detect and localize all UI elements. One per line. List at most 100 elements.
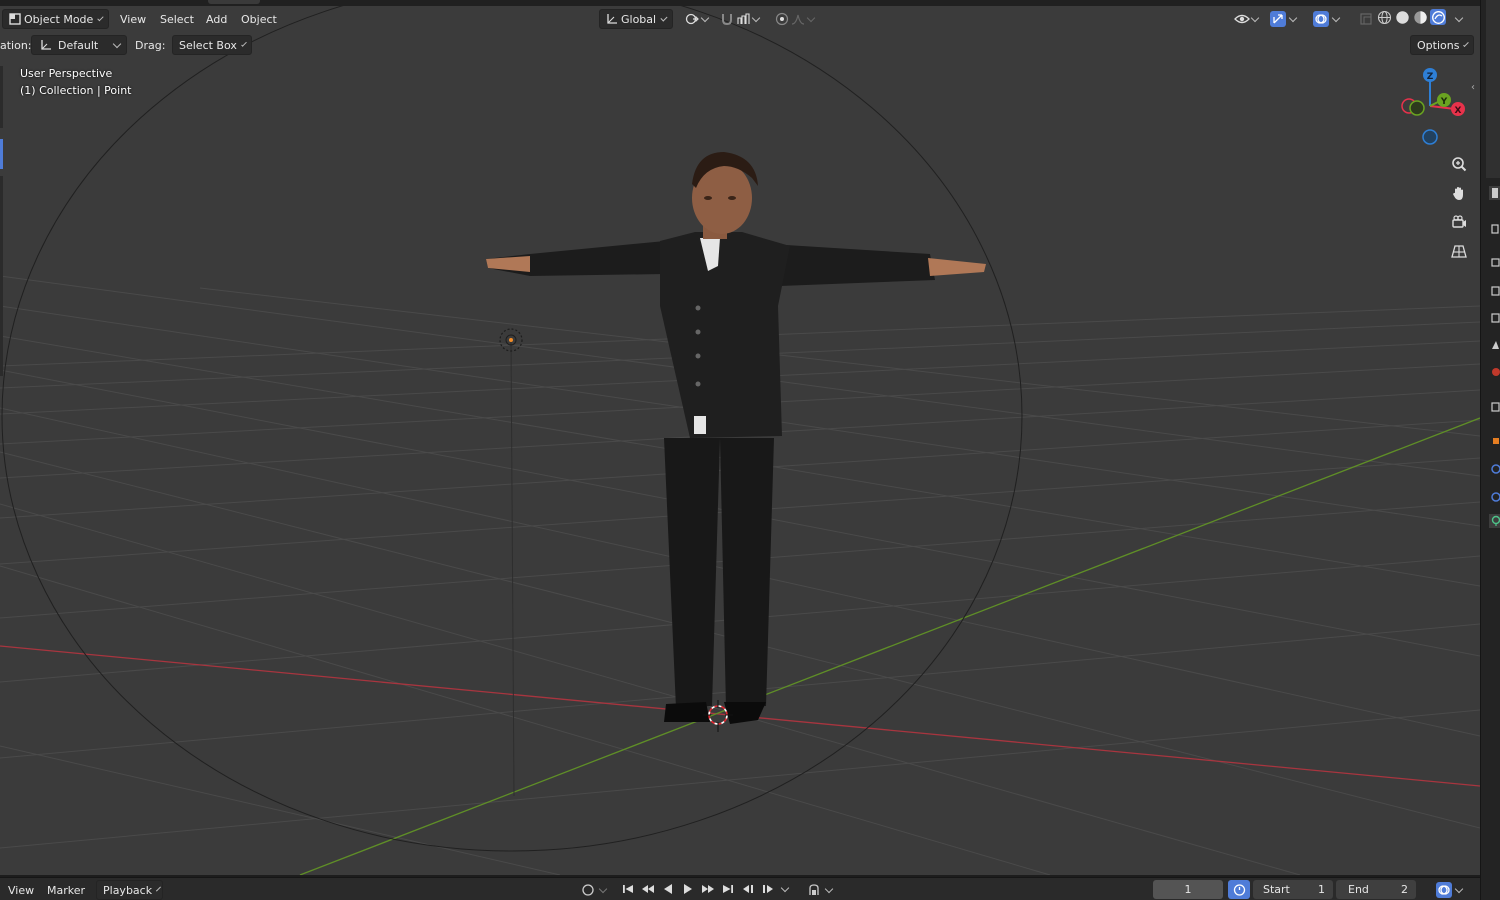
drag-label: Drag:: [135, 38, 166, 52]
mode-selector[interactable]: Object Mode: [2, 9, 109, 29]
drag-value: Select Box: [179, 38, 237, 52]
world-tab-icon[interactable]: [1489, 338, 1500, 352]
jump-prev-key-icon[interactable]: [740, 881, 756, 897]
start-frame-field[interactable]: Start 1: [1253, 880, 1333, 899]
gizmo-y-label: Y: [1440, 97, 1448, 107]
menu-add[interactable]: Add: [200, 9, 233, 29]
keying-icon: [806, 882, 822, 898]
play-reverse-icon[interactable]: [660, 881, 676, 897]
preview-range-toggle[interactable]: [1228, 880, 1250, 899]
chevron-down-icon: [1463, 40, 1469, 47]
material-preview-icon[interactable]: [1412, 9, 1428, 25]
next-keyframe-icon[interactable]: [700, 881, 716, 897]
overlays-icon: [1313, 11, 1329, 27]
transform-orientation-selector[interactable]: Global: [599, 9, 673, 29]
chevron-down-icon: [1454, 13, 1464, 22]
prev-keyframe-icon[interactable]: [640, 881, 656, 897]
start-label: Start: [1263, 883, 1290, 896]
current-frame-field[interactable]: 1: [1153, 880, 1223, 899]
grid-ortho-icon[interactable]: [1446, 238, 1472, 264]
toolbar-edge[interactable]: [0, 66, 3, 128]
eye-selectability-icon: [1234, 11, 1250, 27]
start-value: 1: [1318, 883, 1325, 896]
end-label: End: [1348, 883, 1369, 896]
orientation-value: Default: [58, 38, 99, 52]
active-tool-indicator[interactable]: [0, 139, 3, 169]
chevron-down-icon: [751, 13, 761, 22]
timeline-menu-view[interactable]: View: [2, 880, 40, 900]
proportional-editing-toggle[interactable]: [768, 9, 820, 29]
mode-label: Object Mode: [24, 12, 94, 26]
overlays-toggle[interactable]: [1307, 9, 1345, 29]
transform-orientation-dropdown[interactable]: Default: [31, 35, 127, 55]
shading-options-dropdown[interactable]: [1450, 9, 1468, 29]
options-label: Options: [1417, 38, 1460, 52]
jump-start-icon[interactable]: [620, 881, 636, 897]
camera-icon[interactable]: [1446, 209, 1472, 235]
tool-settings-bar: ation: Default Drag: Select Box Options: [0, 32, 1480, 58]
view-layer-tab-icon[interactable]: [1489, 284, 1500, 298]
timeline-view-options[interactable]: [1430, 880, 1468, 900]
pivot-icon: [684, 11, 700, 27]
chevron-down-icon: [156, 886, 162, 891]
jump-end-icon[interactable]: [720, 881, 736, 897]
menu-view[interactable]: View: [114, 9, 152, 29]
proportional-edit-icon: [774, 11, 790, 27]
end-value: 2: [1401, 883, 1408, 896]
falloff-curve-icon: [790, 11, 806, 27]
render-tab-icon[interactable]: [1489, 222, 1500, 236]
collapse-sidebar-icon[interactable]: ‹: [1471, 82, 1475, 93]
overlay-toggle-icon: [1436, 882, 1452, 898]
modifier-tab-icon[interactable]: [1489, 434, 1500, 448]
visibility-selector[interactable]: [1228, 9, 1264, 29]
drag-mode-dropdown[interactable]: Select Box: [172, 35, 252, 55]
chevron-down-icon: [241, 40, 247, 47]
record-icon: [580, 882, 596, 898]
scene-tab-icon[interactable]: [1489, 311, 1500, 325]
zoom-icon[interactable]: [1446, 151, 1472, 177]
options-dropdown[interactable]: Options: [1410, 35, 1474, 55]
chevron-down-icon: [112, 39, 122, 48]
transform-axes-icon: [38, 37, 54, 53]
light-data-tab-icon[interactable]: [1489, 514, 1500, 528]
toolbar-edge-lower[interactable]: [0, 176, 3, 376]
constraints-tab-icon[interactable]: [1489, 490, 1500, 504]
physics-tab-icon[interactable]: [1489, 462, 1500, 476]
gizmo-z-label: Z: [1427, 72, 1434, 82]
timeline-menu-marker[interactable]: Marker: [41, 880, 91, 900]
gizmo-toggle[interactable]: [1264, 9, 1302, 29]
solid-shading-icon[interactable]: [1394, 9, 1410, 25]
snap-toggle[interactable]: [713, 9, 765, 29]
gizmo-x-label: X: [1455, 106, 1462, 116]
playback-controls: [620, 881, 736, 897]
active-collection-label: (1) Collection | Point: [20, 84, 132, 97]
keying-set-toggle[interactable]: [800, 880, 838, 900]
chevron-down-icon: [660, 13, 668, 22]
light-stem: [510, 339, 515, 797]
output-tab-icon[interactable]: [1489, 256, 1500, 270]
3d-viewport[interactable]: User Perspective (1) Collection | Point …: [0, 6, 1480, 875]
wireframe-shading-icon[interactable]: [1376, 9, 1392, 25]
menu-object[interactable]: Object: [235, 9, 283, 29]
auto-keying-toggle[interactable]: [574, 880, 612, 900]
hand-pan-icon[interactable]: [1446, 180, 1472, 206]
rendered-shading-icon[interactable]: [1430, 9, 1446, 25]
menu-select[interactable]: Select: [154, 9, 200, 29]
object-mode-icon: [9, 11, 21, 27]
view-perspective-label: User Perspective: [20, 67, 113, 80]
collection-tab-icon[interactable]: [1489, 365, 1500, 379]
navigation-gizmo[interactable]: Z Y X: [1392, 64, 1472, 148]
sidebar-upper: [1486, 0, 1500, 178]
active-workspace-tab[interactable]: [208, 0, 260, 4]
jump-next-key-icon[interactable]: [760, 881, 776, 897]
timeline-header: View Marker Playback 1 Start 1 End 2: [0, 877, 1480, 900]
object-tab-icon[interactable]: [1489, 400, 1500, 414]
timeline-menu-playback[interactable]: Playback: [96, 880, 163, 900]
chevron-down-icon: [97, 14, 104, 21]
pivot-point-selector[interactable]: [678, 9, 714, 29]
tool-tab-icon[interactable]: [1489, 186, 1500, 200]
play-icon[interactable]: [680, 881, 696, 897]
end-frame-field[interactable]: End 2: [1336, 880, 1416, 899]
orientation-label: Global: [621, 12, 657, 26]
chevron-down-icon: [806, 13, 816, 22]
